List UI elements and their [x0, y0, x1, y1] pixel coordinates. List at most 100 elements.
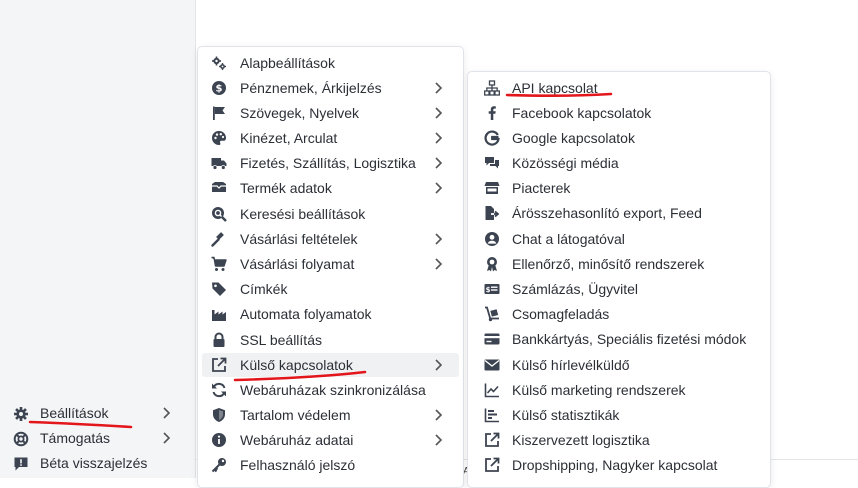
- menu-item-dropshipping[interactable]: Dropshipping, Nagyker kapcsolat: [472, 453, 766, 477]
- feedback-icon: [13, 456, 29, 472]
- external-link-icon: [211, 357, 227, 373]
- menu-item-label: Fizetés, Szállítás, Logisztika: [240, 155, 416, 171]
- sidebar-item-beta-feedback[interactable]: Béta visszajelzés: [0, 451, 195, 476]
- search-icon: [211, 206, 227, 222]
- menu-item-label: Számlázás, Ügyvitel: [512, 281, 639, 297]
- menu-item-label: Szövegek, Nyelvek: [240, 105, 360, 121]
- menu-item-label: Felhasználó jelszó: [240, 457, 356, 473]
- coin-icon: $: [211, 80, 227, 96]
- menu-item-label: Külső hírlevélküldő: [512, 357, 630, 373]
- menu-item-search-settings[interactable]: Keresési beállítások: [202, 202, 459, 226]
- annotation-underline-settings: [28, 420, 133, 429]
- annotation-underline-external: [233, 370, 367, 382]
- menu-item-newsletter[interactable]: Külső hírlevélküldő: [472, 353, 766, 377]
- chart-line-icon: [484, 382, 500, 398]
- tag-icon: [211, 281, 227, 297]
- menu-item-marketplaces[interactable]: Piacterek: [472, 176, 766, 200]
- chevron-right-icon: [431, 408, 445, 422]
- external-link-icon: [484, 457, 500, 473]
- truck-icon: [211, 155, 227, 171]
- menu-item-label: Dropshipping, Nagyker kapcsolat: [512, 457, 718, 473]
- chevron-right-icon: [431, 181, 445, 195]
- chevron-right-icon: [159, 431, 173, 445]
- svg-text:$: $: [486, 286, 491, 294]
- menu-item-label: Facebook kapcsolatok: [512, 105, 652, 121]
- palette-icon: [211, 130, 227, 146]
- menu-item-label: Külső statisztikák: [512, 407, 620, 423]
- menu-item-label: Vásárlási feltételek: [240, 231, 358, 247]
- menu-item-payment-shipping[interactable]: Fizetés, Szállítás, Logisztika: [202, 151, 459, 175]
- menu-item-label: Automata folyamatok: [240, 306, 372, 322]
- menu-item-label: Ellenőrző, minősítő rendszerek: [512, 256, 705, 272]
- menu-item-texts-languages[interactable]: Szövegek, Nyelvek: [202, 101, 459, 125]
- sitemap-icon: [484, 80, 500, 96]
- menu-item-label: Bankkártyás, Speciális fizetési módok: [512, 331, 747, 347]
- menu-item-label: Google kapcsolatok: [512, 130, 635, 146]
- chevron-right-icon: [431, 257, 445, 271]
- external-connections-menu: API kapcsolat Facebook kapcsolatok Googl…: [467, 71, 771, 488]
- menu-item-google[interactable]: Google kapcsolatok: [472, 126, 766, 150]
- menu-item-label: Csomagfeladás: [512, 306, 610, 322]
- gavel-icon: [211, 231, 227, 247]
- svg-text:$: $: [216, 84, 223, 95]
- menu-item-parcel-shipping[interactable]: Csomagfeladás: [472, 302, 766, 326]
- external-link-icon: [484, 432, 500, 448]
- menu-item-basic-settings[interactable]: Alapbeállítások: [202, 51, 459, 75]
- settings-menu: Alapbeállítások $ Pénznemek, Árkijelzés …: [197, 46, 464, 488]
- sidebar-item-label: Béta visszajelzés: [40, 455, 148, 471]
- menu-item-outsourced-logistics[interactable]: Kiszervezett logisztika: [472, 428, 766, 452]
- menu-item-automation[interactable]: Automata folyamatok: [202, 302, 459, 326]
- menu-item-label: Keresési beállítások: [240, 206, 366, 222]
- chevron-right-icon: [431, 131, 445, 145]
- menu-item-label: Kinézet, Arculat: [240, 130, 338, 146]
- menu-item-purchase-terms[interactable]: Vásárlási feltételek: [202, 227, 459, 251]
- lock-icon: [211, 332, 227, 348]
- gear-icon: [13, 406, 29, 422]
- menu-item-invoicing[interactable]: $ Számlázás, Ügyvitel: [472, 277, 766, 301]
- lifebuoy-icon: [13, 431, 29, 447]
- envelope-icon: [484, 357, 500, 373]
- menu-item-purchase-process[interactable]: Vásárlási folyamat: [202, 252, 459, 276]
- user-circle-icon: [484, 231, 500, 247]
- menu-item-marketing-systems[interactable]: Külső marketing rendszerek: [472, 378, 766, 402]
- cart-icon: [211, 256, 227, 272]
- menu-item-social-media[interactable]: Közösségi média: [472, 151, 766, 175]
- menu-item-chat[interactable]: Chat a látogatóval: [472, 227, 766, 251]
- menu-item-label: Webáruház adatai: [240, 432, 354, 448]
- menu-item-label: Címkék: [240, 281, 288, 297]
- dolly-icon: [484, 306, 500, 322]
- comments-icon: [484, 155, 500, 171]
- annotation-underline-api: [505, 92, 613, 97]
- menu-item-price-comparison[interactable]: Árösszehasonlító export, Feed: [472, 201, 766, 225]
- menu-item-content-protection[interactable]: Tartalom védelem: [202, 403, 459, 427]
- menu-item-label: Külső marketing rendszerek: [512, 382, 686, 398]
- menu-item-label: Árösszehasonlító export, Feed: [512, 205, 702, 221]
- menu-item-label: Chat a látogatóval: [512, 231, 625, 247]
- menu-item-user-password[interactable]: Felhasználó jelszó: [202, 453, 459, 477]
- chevron-right-icon: [431, 433, 445, 447]
- menu-item-store-data[interactable]: Webáruház adatai: [202, 428, 459, 452]
- factory-icon: [211, 306, 227, 322]
- menu-item-label: Termék adatok: [240, 180, 332, 196]
- info-icon: [211, 432, 227, 448]
- menu-item-product-data[interactable]: Termék adatok: [202, 176, 459, 200]
- sync-icon: [211, 382, 227, 398]
- menu-item-currencies[interactable]: $ Pénznemek, Árkijelzés: [202, 76, 459, 100]
- menu-item-rating-systems[interactable]: Ellenőrző, minősítő rendszerek: [472, 252, 766, 276]
- menu-item-label: Webáruházak szinkronizálása: [240, 382, 426, 398]
- menu-item-facebook[interactable]: Facebook kapcsolatok: [472, 101, 766, 125]
- menu-item-card-payments[interactable]: Bankkártyás, Speciális fizetési módok: [472, 327, 766, 351]
- sidebar-item-label: Támogatás: [40, 430, 111, 446]
- file-export-icon: [484, 205, 500, 221]
- chevron-right-icon: [431, 358, 445, 372]
- gears-icon: [211, 55, 227, 71]
- menu-item-label: Piacterek: [512, 180, 571, 196]
- menu-item-label: Közösségi média: [512, 155, 619, 171]
- menu-item-label: Alapbeállítások: [240, 55, 335, 71]
- menu-item-labels[interactable]: Címkék: [202, 277, 459, 301]
- menu-item-statistics[interactable]: Külső statisztikák: [472, 403, 766, 427]
- menu-item-ssl[interactable]: SSL beállítás: [202, 328, 459, 352]
- box-icon: [211, 180, 227, 196]
- menu-item-appearance[interactable]: Kinézet, Arculat: [202, 126, 459, 150]
- chevron-right-icon: [431, 106, 445, 120]
